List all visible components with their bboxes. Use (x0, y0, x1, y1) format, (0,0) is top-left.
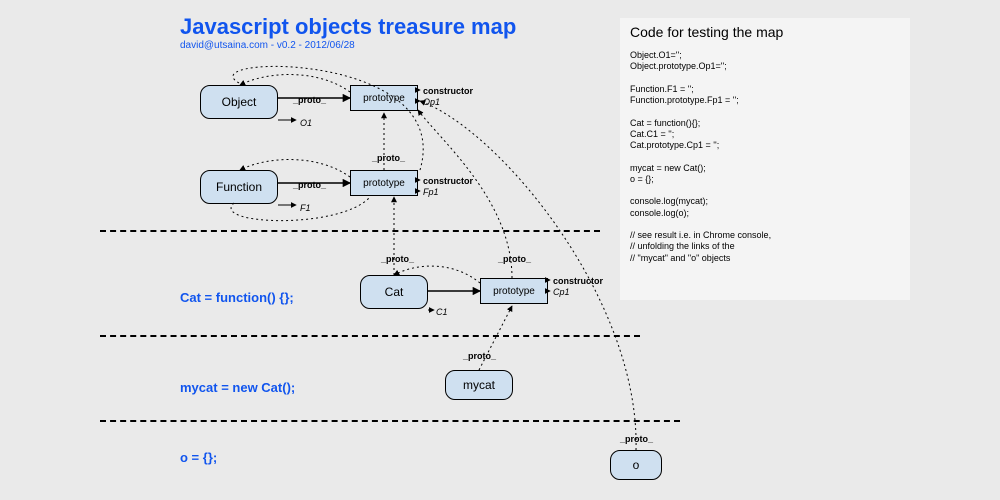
lbl-fp1: Fp1 (423, 187, 439, 197)
lbl-mycat-up: _proto_ (463, 351, 496, 361)
page-title: Javascript objects treasure map (180, 14, 516, 40)
page-subtitle: david@utsaina.com - v0.2 - 2012/06/28 (180, 40, 355, 51)
lbl-funcproto-up: _proto_ (372, 153, 405, 163)
lbl-op1: Op1 (423, 97, 440, 107)
divider-3 (100, 420, 680, 422)
node-function: Function (200, 170, 278, 204)
lbl-o-up: _proto_ (620, 434, 653, 444)
lbl-c1: C1 (436, 307, 448, 317)
node-mycat: mycat (445, 370, 513, 400)
code-panel: Code for testing the map Object.O1=''; O… (620, 18, 910, 300)
divider-1 (100, 230, 600, 232)
node-cat-prototype: prototype (480, 278, 548, 304)
lbl-cat-ctor: constructor (553, 276, 603, 286)
lbl-catproto-up: _proto_ (498, 254, 531, 264)
node-function-prototype: prototype (350, 170, 418, 196)
lbl-function-proto: _proto_ (293, 180, 326, 190)
node-cat: Cat (360, 275, 428, 309)
lbl-object-ctor: constructor (423, 86, 473, 96)
lbl-cp1: Cp1 (553, 287, 570, 297)
lbl-cat-up: _proto_ (381, 254, 414, 264)
node-object: Object (200, 85, 278, 119)
lbl-o1: O1 (300, 118, 312, 128)
code-panel-heading: Code for testing the map (630, 24, 900, 40)
lbl-object-proto: _proto_ (293, 95, 326, 105)
lbl-f1: F1 (300, 203, 311, 213)
divider-2 (100, 335, 640, 337)
node-o: o (610, 450, 662, 480)
def-o: o = {}; (180, 450, 217, 465)
node-object-prototype: prototype (350, 85, 418, 111)
def-mycat: mycat = new Cat(); (180, 380, 295, 395)
code-panel-body: Object.O1=''; Object.prototype.Op1=''; F… (630, 50, 900, 264)
def-cat: Cat = function() {}; (180, 290, 294, 305)
lbl-function-ctor: constructor (423, 176, 473, 186)
